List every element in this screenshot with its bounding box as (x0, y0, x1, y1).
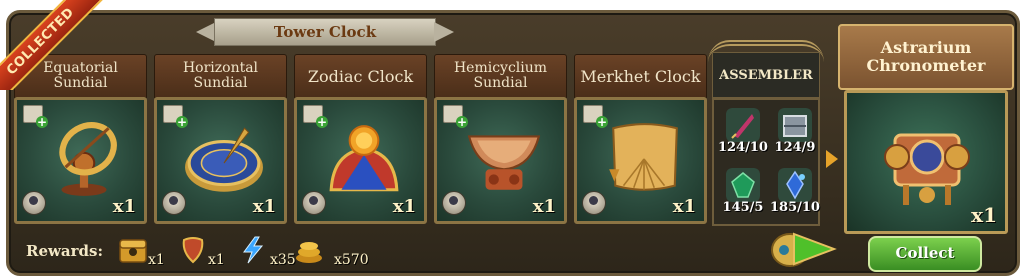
friends-icon[interactable] (582, 191, 606, 215)
collection-title: Tower Clock (214, 18, 436, 46)
material-slot-quill[interactable]: 124/10 (718, 106, 768, 158)
assemble-arrow-icon (826, 150, 838, 168)
reward-count: x570 (334, 252, 369, 268)
merkhet-clock-icon (609, 123, 678, 191)
item-quantity: x1 (112, 196, 136, 217)
gold-coins-icon (296, 242, 322, 263)
rewards-label: Rewards: (26, 242, 104, 260)
horizontal-sundial-icon (185, 127, 263, 192)
item-card-zodiac-clock[interactable]: Zodiac Clock x1 (294, 54, 427, 224)
collect-button[interactable]: Collect (868, 236, 982, 272)
item-name: Zodiac Clock (294, 54, 427, 98)
collected-banner: COLLECTED (0, 0, 120, 90)
material-slot-emerald[interactable]: 145/5 (720, 166, 766, 218)
energy-bolt-icon (243, 236, 264, 264)
rewards-bar: Rewards: x1 x1 x35 x570 (26, 234, 546, 270)
title-ribbon: Tower Clock (196, 18, 454, 46)
friends-icon[interactable] (162, 191, 186, 215)
item-slot[interactable]: x1 (574, 97, 707, 224)
hemicyclium-sundial-icon (467, 135, 541, 190)
ribbon-tail-right (434, 22, 454, 42)
item-name: Horizontal Sundial (154, 54, 287, 98)
friends-icon[interactable] (302, 191, 326, 215)
material-slot-blue-crystal[interactable]: 185/10 (770, 166, 820, 218)
material-count: 124/9 (774, 140, 816, 155)
item-card-hemicyclium-sundial[interactable]: Hemicyclium Sundial x1 (434, 54, 567, 224)
blue-crystal-icon (778, 168, 812, 202)
friends-icon[interactable] (442, 191, 466, 215)
item-slot[interactable]: x1 (14, 97, 147, 224)
material-count: 145/5 (722, 200, 764, 215)
mystery-chest-icon (119, 239, 147, 263)
recipe-scroll-icon[interactable] (163, 105, 188, 128)
recipe-scroll-icon[interactable] (443, 105, 468, 128)
equatorial-sundial-icon (59, 122, 117, 196)
ribbon-tail-left (196, 22, 216, 42)
item-slot[interactable]: x1 (294, 97, 427, 224)
item-name: Merkhet Clock (574, 54, 707, 98)
result-panel: Astrarium Chronometer x1 Collect (838, 24, 1014, 272)
amulet-icon (182, 237, 204, 264)
recipe-scroll-icon[interactable] (583, 105, 608, 128)
collected-label: COLLECTED (0, 0, 104, 90)
emerald-icon (726, 168, 760, 202)
material-slot-crate[interactable]: 124/9 (772, 106, 818, 158)
item-quantity: x1 (672, 196, 696, 217)
crate-icon (778, 108, 812, 142)
item-card-horizontal-sundial[interactable]: Horizontal Sundial x1 (154, 54, 287, 224)
quill-icon (726, 108, 760, 142)
assembler-materials: 124/10 124/9 145/5 185/10 (712, 98, 820, 226)
item-quantity: x1 (392, 196, 416, 217)
reward-count: x1 (208, 252, 225, 268)
item-card-merkhet-clock[interactable]: Merkhet Clock x1 (574, 54, 707, 224)
item-slot[interactable]: x1 (154, 97, 287, 224)
assembler-title: ASSEMBLER (712, 52, 820, 98)
item-quantity: x1 (532, 196, 556, 217)
astrarium-chronometer-icon (884, 133, 970, 205)
recipe-scroll-icon[interactable] (303, 105, 328, 128)
reward-count: x35 (270, 252, 296, 268)
next-arrow-button[interactable] (768, 226, 842, 272)
recipe-scroll-icon[interactable] (23, 105, 48, 128)
assembler-panel: ASSEMBLER 124/10 124/9 145/5 185/10 (708, 40, 824, 226)
result-name: Astrarium Chronometer (838, 24, 1014, 90)
material-count: 124/10 (718, 140, 768, 155)
zodiac-clock-icon (329, 125, 399, 192)
material-count: 185/10 (770, 200, 820, 215)
item-slot[interactable]: x1 (434, 97, 567, 224)
item-quantity: x1 (252, 196, 276, 217)
result-quantity: x1 (971, 203, 997, 227)
result-slot[interactable]: x1 (844, 90, 1008, 234)
item-name: Hemicyclium Sundial (434, 54, 567, 98)
reward-count: x1 (148, 252, 165, 268)
friends-icon[interactable] (22, 191, 46, 215)
